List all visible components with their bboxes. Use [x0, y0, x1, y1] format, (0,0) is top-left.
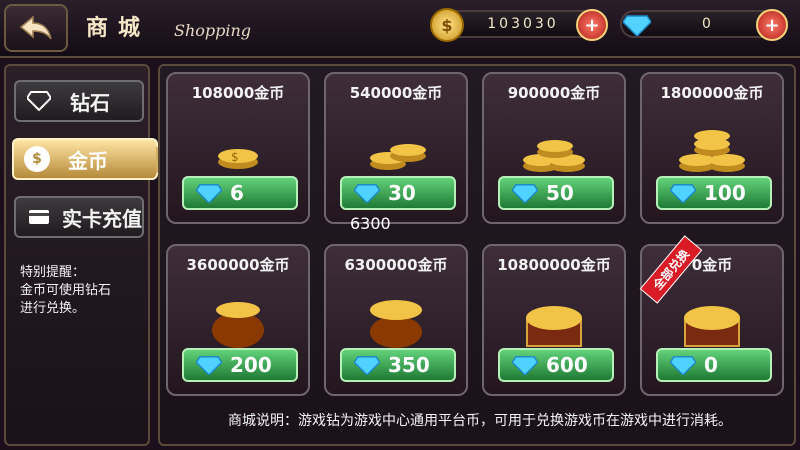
diamond-icon [670, 184, 696, 203]
coin-pile-icon [679, 130, 745, 172]
product-name: 540000金币 [349, 84, 443, 102]
product-card[interactable]: 900000金币 50 [482, 72, 626, 224]
product-card[interactable]: 全部兑换 0金币 0 [639, 235, 784, 396]
sidebar-item-label: 金币 [68, 148, 108, 173]
money-bag-icon [212, 302, 264, 348]
product-name: 3600000金币 [186, 256, 290, 274]
top-bar: 商城 Shopping $ 103030 + 0 + [0, 0, 800, 58]
hint-text: 特别提醒： 金币可使用钻石 进行兑换。 [20, 265, 112, 316]
diamond-icon [512, 356, 538, 375]
diamond-icon [512, 184, 538, 203]
add-diamond-button[interactable]: + [756, 9, 788, 41]
sidebar-item-diamond[interactable]: 钻石 [14, 80, 144, 122]
buy-button[interactable]: 30 [340, 176, 456, 210]
diamond-icon [354, 184, 380, 203]
product-name: 1800000金币 [660, 84, 764, 102]
svg-text:$: $ [231, 150, 239, 164]
back-button[interactable] [4, 4, 68, 52]
product-name: 900000金币 [507, 84, 601, 102]
price-value: 0 [704, 353, 718, 377]
product-name: 108000金币 [191, 84, 285, 102]
product-card[interactable]: 6300000金币 350 [324, 244, 468, 396]
product-name: 10800000金币 [497, 256, 611, 274]
shop-description: 商城说明：游戏钻为游戏中心通用平台币，可用于兑换游戏币在游戏中进行消耗。 [228, 413, 732, 429]
product-grid: 108000金币 $ 6 540000金币 30 900000金币 50 180… [158, 64, 796, 446]
diamond-icon [26, 88, 52, 114]
page-subtitle: Shopping [174, 21, 252, 40]
price-value: 50 [546, 181, 574, 205]
product-card[interactable]: 1800000金币 100 [640, 72, 784, 224]
diamond-balance-value: 0 [702, 16, 714, 32]
add-gold-button[interactable]: + [576, 9, 608, 41]
overlay-value: 6300 [350, 214, 391, 233]
diamond-icon [196, 184, 222, 203]
price-value: 6 [230, 181, 244, 205]
buy-button[interactable]: 50 [498, 176, 614, 210]
buy-button[interactable]: 6 [182, 176, 298, 210]
page-title: 商城 [86, 16, 151, 41]
price-value: 30 [388, 181, 416, 205]
diamond-icon [354, 356, 380, 375]
diamond-balance: 0 + [620, 9, 788, 41]
price-value: 200 [230, 353, 272, 377]
buy-button[interactable]: 100 [656, 176, 772, 210]
money-bag-icon [370, 300, 422, 348]
sidebar-item-label: 钻石 [70, 90, 110, 115]
buy-button[interactable]: 200 [182, 348, 298, 382]
buy-button[interactable]: 600 [498, 348, 614, 382]
product-name: 6300000金币 [344, 256, 448, 274]
diamond-icon [620, 8, 654, 42]
diamond-icon [196, 356, 222, 375]
gold-balance: $ 103030 + [430, 8, 608, 42]
product-card[interactable]: 540000金币 30 [324, 72, 468, 224]
sidebar-item-label: 实卡充值 [62, 206, 142, 231]
treasure-chest-icon [526, 306, 582, 347]
price-value: 600 [546, 353, 588, 377]
product-card[interactable]: 3600000金币 200 [166, 244, 310, 396]
product-card[interactable]: 10800000金币 600 [482, 244, 626, 396]
product-card[interactable]: 108000金币 $ 6 [166, 72, 310, 224]
dollar-coin-icon: $ [24, 146, 50, 172]
back-arrow-icon [19, 15, 52, 40]
sidebar: 钻石 $ 金币 实卡充值 特别提醒： 金币可使用钻石 进行兑换。 [4, 64, 170, 446]
price-value: 100 [704, 181, 746, 205]
buy-button[interactable]: 0 [656, 348, 772, 382]
diamond-icon [670, 356, 696, 375]
sidebar-item-gold[interactable]: $ 金币 [12, 138, 170, 180]
treasure-chest-icon [684, 306, 740, 347]
buy-button[interactable]: 350 [340, 348, 456, 382]
gold-balance-value: 103030 [487, 16, 559, 32]
coin-pile-icon: $ [218, 149, 258, 169]
coin-pile-icon [370, 144, 426, 170]
coin-icon: $ [430, 8, 464, 42]
coin-pile-icon [523, 140, 585, 172]
sidebar-item-card-recharge[interactable]: 实卡充值 [14, 196, 144, 238]
product-name: 0金币 [691, 256, 733, 274]
price-value: 350 [388, 353, 430, 377]
card-icon [26, 204, 52, 230]
